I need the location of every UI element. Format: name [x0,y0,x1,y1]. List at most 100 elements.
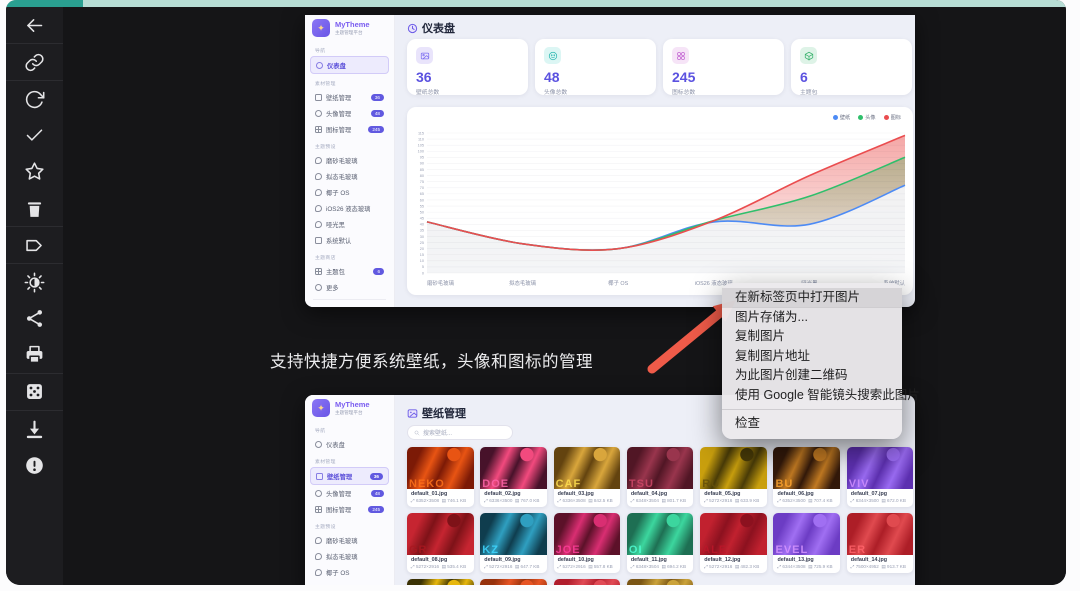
wallpaper-thumbnail: ALE [700,513,767,555]
search-input: 搜索壁纸... [407,425,513,440]
count-badge: 36 [370,93,384,101]
image-icon [416,47,433,64]
wallpaper-meta: ⤢ 6348×3504 ▤ 801.7 KB [630,498,687,503]
sidebar-item-label: 壁纸管理 [326,94,352,102]
toolbar-alert-button[interactable] [6,447,63,483]
wallpaper-thumbnail: NEKO [407,447,474,489]
sidebar-item: iOS26 液态玻璃 [310,200,389,216]
context-menu-item[interactable]: 为此图片创建二维码 [722,366,902,386]
palette-icon [315,536,322,544]
sidebar-item: 壁纸管理 36 [310,467,389,485]
wallpaper-filename: default_12.jpg [704,557,741,563]
refresh-icon [25,90,45,109]
toolbar-tag-button[interactable] [6,227,63,263]
wallpaper-thumbnail: RU [700,447,767,489]
toolbar-back-button[interactable] [6,7,63,43]
toolbar-share-button[interactable] [6,301,63,337]
context-menu-item[interactable]: 在新标签页中打开图片 [722,288,902,308]
toolbar-print-button[interactable] [6,337,63,373]
svg-text:60: 60 [420,198,424,202]
sidebar-item: 椰子 OS [310,184,389,200]
gear-icon [315,283,322,291]
stat-label: 主题包 [800,90,818,96]
stat-label: 壁纸总数 [416,90,440,96]
wallpaper-filename: default_06.jpg [777,491,814,497]
context-menu-item[interactable]: 图片存储为... [722,308,902,328]
download-icon [26,420,43,438]
sidebar-item-label: 磨砂毛玻璃 [326,157,358,165]
wallpaper-card: DOE default_02.jpg ⤢ 6336×3500 ▤ 767.0 KB [480,447,547,507]
context-menu-item[interactable]: 复制图片 [722,327,902,347]
wallpaper-thumbnail: DOE [480,447,547,489]
wallpaper-card: ALE default_12.jpg ⤢ 5272×2916 ▤ 482.3 KB [700,513,767,573]
context-menu-separator [722,409,902,410]
wallpaper-thumbnail [626,579,694,585]
context-menu-item[interactable]: 复制图片地址 [722,347,902,367]
wallpaper-card: BU default_06.jpg ⤢ 6352×3500 ▤ 707.4 KB [773,447,840,507]
svg-text:50: 50 [420,210,424,214]
wallpaper-thumbnail [480,579,547,585]
toolbar-star-button[interactable] [6,154,63,190]
grid-icon [315,505,322,513]
context-menu: 在新标签页中打开图片 图片存储为... 复制图片 复制图片地址 为此图片创建二维码 使用 … [722,283,920,439]
dice-icon [27,384,42,400]
sidebar-item-label: iOS26 液态玻璃 [326,584,370,586]
sidebar-item: 壁纸管理 36 [310,89,389,105]
toolbar-refresh-button[interactable] [6,81,63,117]
alert-icon [26,457,43,474]
sidebar-item-label: 头像管理 [326,490,352,498]
palette-icon [315,172,322,180]
wallpaper-row: GR default_08.jpg ⤢ 5272×2916 ▤ 535.4 KB KZ… [407,513,914,573]
wallpaper-thumbnail: EVEL [773,513,840,555]
mytheme-logo-icon: ✦ [312,19,330,37]
page-content: ✦ MyTheme 主题管理平台 导航 仪表盘 素材管理 壁纸管理 36 头像管理 48 图标管理 2… [63,7,1066,585]
sidebar-item: 更多 [310,279,389,295]
stat-card: 6 主题包 [791,39,912,96]
context-menu-item[interactable]: 检查 [722,414,902,434]
sidebar-divider [313,299,386,300]
trend-chart: 0 5 10 15 20 25 30 35 40 45 50 55 60 65 70 75 80 85 90 95 10… [418,131,906,287]
dashboard-icon [316,61,323,69]
face-icon [544,47,561,64]
mytheme-logo-subtitle: 主题管理平台 [335,29,363,35]
wallpaper-meta: ⤢ 5272×2916 ▤ 647.7 KB [484,564,540,569]
toolbar-trash-button[interactable] [6,190,63,226]
sidebar-section-label: 主题预设 [315,145,336,150]
sidebar-item-label: 拟态毛玻璃 [326,173,358,181]
toolbar-download-button[interactable] [6,411,63,447]
wallpaper-card: JOE default_10.jpg ⤢ 5272×2916 ▤ 557.8 KB [553,513,621,573]
wallpaper-meta: ⤢ 6352×3500 ▤ 707.4 KB [777,498,833,503]
toolbar-dice-button[interactable] [6,374,63,410]
toolbar-check-button[interactable] [6,118,63,154]
context-menu-item[interactable]: 使用 Google 智能镜头搜索此图片 [722,386,920,406]
sidebar-item-label: 更多 [326,284,339,292]
svg-text:105: 105 [418,143,424,147]
svg-text:115: 115 [418,131,424,135]
sidebar-section-label: 素材管理 [315,82,336,87]
wallpaper-filename: default_08.jpg [411,557,448,563]
annotation-toolbar [6,7,63,585]
wallpaper-thumbnail: JOE [553,513,621,555]
mytheme-sidebar: ✦ MyTheme 主题管理平台 导航 仪表盘 素材管理 壁纸管理 36 头像管理 48 图标管理 2… [305,395,395,585]
legend-dot [883,115,889,120]
wallpaper-card: OI default_11.jpg ⤢ 6348×3504 ▤ 694.2 KB [626,513,694,573]
svg-text:20: 20 [420,247,424,251]
count-badge: 6 [373,267,384,275]
dashboard-main: 仪表盘 36 壁纸总数 48 头像总数 245 图标总数 6 主题包 壁纸 头像 图标 0 5 10 1… [395,15,915,307]
wallpaper-image-icon [407,408,418,418]
wallpaper-filename: default_04.jpg [630,491,668,497]
mytheme-logo: ✦ MyTheme 主题管理平台 [305,395,394,421]
trash-icon [27,201,42,217]
stat-card: 245 图标总数 [663,39,784,96]
avatar-icon [315,489,322,497]
svg-text:95: 95 [420,156,424,160]
sidebar-item: 头像管理 48 [310,485,389,501]
sidebar-section-label: 导航 [315,429,326,434]
count-badge: 48 [370,109,384,117]
toolbar-link-button[interactable] [6,44,63,80]
wallpaper-thumbnail: ER [846,513,914,555]
chart-legend: 壁纸 头像 图标 [832,114,901,121]
wallpaper-filename: default_13.jpg [777,557,814,563]
toolbar-contrast-button[interactable] [6,264,63,300]
dashboard-screenshot-image[interactable]: ✦ MyTheme 主题管理平台 导航 仪表盘 素材管理 壁纸管理 36 头像管理 48 图标管理 2… [305,15,915,307]
